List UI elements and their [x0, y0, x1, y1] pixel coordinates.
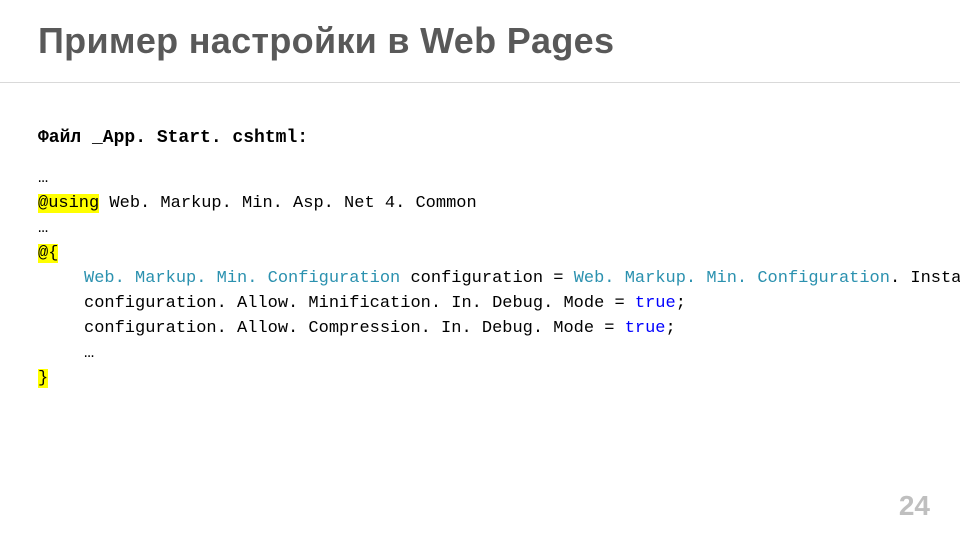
code-type-2: Web. Markup. Min. Configuration	[574, 269, 890, 288]
code-line-ellipsis-2: …	[38, 219, 48, 238]
slide-title: Пример настройки в Web Pages	[38, 20, 614, 62]
code-line-ellipsis-3: …	[84, 344, 94, 363]
code-true-1: true	[635, 294, 676, 313]
code-at-using: @using	[38, 194, 99, 213]
code-semicolon-2: ;	[666, 319, 676, 338]
title-divider	[0, 82, 960, 83]
file-label: Файл _App. Start. cshtml:	[38, 128, 308, 148]
page-number: 24	[899, 490, 930, 522]
code-close-brace: }	[38, 369, 48, 388]
code-line1-mid: configuration =	[400, 269, 573, 288]
code-line1-end: . Instance;	[890, 269, 960, 288]
code-line3-a: configuration. Allow. Compression. In. D…	[84, 319, 625, 338]
code-block: … @using Web. Markup. Min. Asp. Net 4. C…	[38, 166, 960, 391]
code-line-ellipsis-1: …	[38, 169, 48, 188]
code-line2-a: configuration. Allow. Minification. In. …	[84, 294, 635, 313]
code-using-rest: Web. Markup. Min. Asp. Net 4. Common	[99, 194, 476, 213]
slide: Пример настройки в Web Pages Файл _App. …	[0, 0, 960, 540]
code-at-open: @{	[38, 244, 58, 263]
code-type-1: Web. Markup. Min. Configuration	[84, 269, 400, 288]
code-true-2: true	[625, 319, 666, 338]
code-semicolon-1: ;	[676, 294, 686, 313]
